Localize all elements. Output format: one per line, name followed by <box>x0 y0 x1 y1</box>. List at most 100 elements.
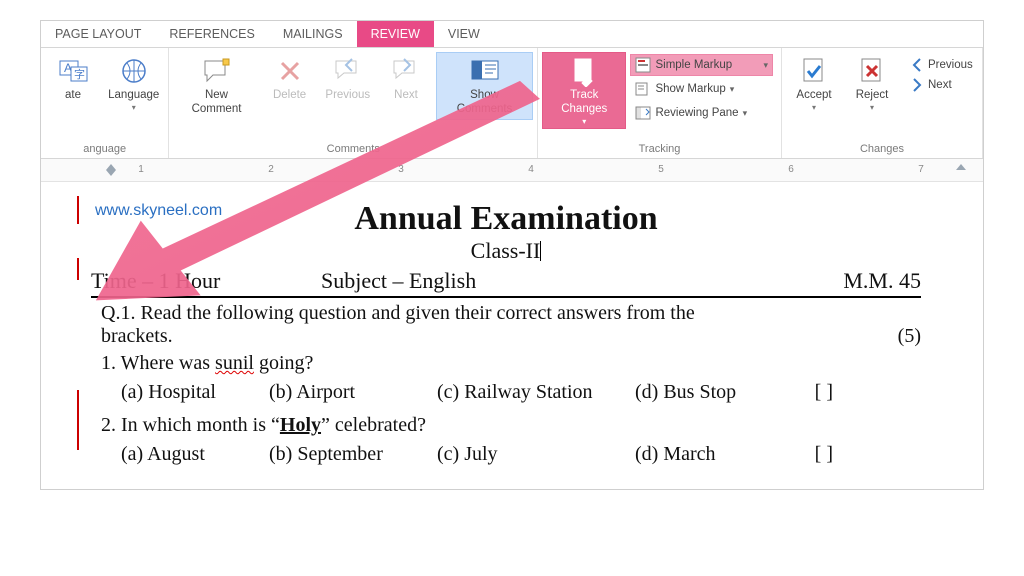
q1-1-opt-b: (b) Airport <box>269 381 429 404</box>
q1-1-options[interactable]: (a) Hospital (b) Airport (c) Railway Sta… <box>91 381 921 404</box>
mm-text: M.M. 45 <box>761 268 921 294</box>
next-change-label: Next <box>928 79 952 91</box>
change-mark[interactable] <box>77 258 79 280</box>
q1-1-opt-a: (a) Hospital <box>121 381 261 404</box>
markup-mode-icon <box>635 57 651 73</box>
ruler-mark: 5 <box>646 159 676 181</box>
q1-2-pre: 2. In which month is <box>101 414 271 436</box>
new-comment-icon <box>201 55 233 87</box>
q1-2-question[interactable]: 2. In which month is “Holy” celebrated? <box>91 414 921 437</box>
q1-1-pre: 1. Where was <box>101 352 215 374</box>
q1-marks: (5) <box>861 325 921 348</box>
group-tracking: Track Changes ▾ Simple Markup ▾ <box>538 48 782 158</box>
ruler-mark: 6 <box>776 159 806 181</box>
accept-button[interactable]: Accept ▾ <box>786 52 842 115</box>
dropdown-caret-icon: ▾ <box>730 84 735 95</box>
show-comments-label: Show Comments <box>443 89 526 117</box>
globe-icon <box>118 55 150 87</box>
tab-page-layout[interactable]: PAGE LAYOUT <box>41 21 155 47</box>
group-label-tracking: Tracking <box>538 140 781 158</box>
previous-change-button[interactable]: Previous <box>906 56 976 74</box>
time-text: Time – 1 Hour <box>91 268 321 294</box>
q1-2-qopen: “ <box>271 414 280 436</box>
q1-line-2[interactable]: brackets. (5) <box>91 325 921 348</box>
track-changes-button[interactable]: Track Changes ▾ <box>542 52 626 129</box>
tab-review[interactable]: REVIEW <box>357 21 434 47</box>
previous-comment-label: Previous <box>325 89 370 103</box>
previous-change-label: Previous <box>928 59 973 71</box>
ribbon-tabs: PAGE LAYOUT REFERENCES MAILINGS REVIEW V… <box>41 21 983 48</box>
dropdown-caret-icon: ▾ <box>870 103 874 113</box>
next-comment-button[interactable]: Next <box>378 52 434 106</box>
horizontal-ruler[interactable]: 1234567 <box>41 159 983 182</box>
q1-line-1[interactable]: Q.1. Read the following question and giv… <box>91 302 921 325</box>
hanging-indent-marker[interactable] <box>106 164 116 170</box>
change-mark[interactable] <box>77 390 79 450</box>
translate-button[interactable]: A字 ate <box>45 52 101 106</box>
doc-class[interactable]: Class-II <box>91 238 921 264</box>
dropdown-caret-icon: ▾ <box>763 60 768 71</box>
tab-view[interactable]: VIEW <box>434 21 494 47</box>
display-mode-dropdown[interactable]: Simple Markup ▾ <box>630 54 773 76</box>
dropdown-caret-icon: ▾ <box>812 103 816 113</box>
right-indent-marker[interactable] <box>956 164 966 170</box>
q1-2-post: celebrated? <box>330 414 426 436</box>
q1-2-options[interactable]: (a) August (b) September (c) July (d) Ma… <box>91 443 921 466</box>
q1-1-opt-d: (d) Bus Stop <box>635 381 775 404</box>
watermark-text: www.skyneel.com <box>95 202 222 220</box>
change-mark[interactable] <box>77 196 79 224</box>
reject-icon <box>856 55 888 87</box>
group-language: A字 ate Language ▾ anguage <box>41 48 169 158</box>
language-label: Language <box>108 89 159 103</box>
previous-comment-button[interactable]: Previous <box>320 52 376 106</box>
next-change-icon <box>909 77 925 93</box>
q1-2-opt-d: (d) March <box>635 443 775 466</box>
q1-text-b: brackets. <box>101 325 861 348</box>
ruler-mark: 2 <box>256 159 286 181</box>
tab-references[interactable]: REFERENCES <box>155 21 268 47</box>
q1-2-qclose: ” <box>321 414 330 436</box>
show-markup-dropdown[interactable]: Show Markup ▾ <box>630 78 773 100</box>
show-markup-icon <box>635 81 651 97</box>
document-page[interactable]: www.skyneel.com Annual Examination Class… <box>91 200 921 466</box>
dropdown-caret-icon: ▾ <box>582 117 586 127</box>
q1-text-a: Q.1. Read the following question and giv… <box>101 302 921 325</box>
new-comment-button[interactable]: New Comment <box>173 52 259 120</box>
reviewing-pane-label: Reviewing Pane <box>655 107 738 119</box>
delete-comment-button[interactable]: Delete <box>262 52 318 106</box>
ribbon: A字 ate Language ▾ anguage <box>41 48 983 159</box>
language-button[interactable]: Language ▾ <box>103 52 164 115</box>
previous-change-icon <box>909 57 925 73</box>
reject-button[interactable]: Reject ▾ <box>844 52 900 115</box>
display-mode-value: Simple Markup <box>655 59 759 71</box>
first-line-indent-marker[interactable] <box>106 170 116 176</box>
translate-icon: A字 <box>57 55 89 87</box>
new-comment-label: New Comment <box>180 89 252 117</box>
ruler-mark: 1 <box>126 159 156 181</box>
track-changes-icon <box>568 55 600 87</box>
svg-text:字: 字 <box>74 67 85 81</box>
accept-icon <box>798 55 830 87</box>
next-change-button[interactable]: Next <box>906 76 976 94</box>
tab-mailings[interactable]: MAILINGS <box>269 21 357 47</box>
ruler-mark: 3 <box>386 159 416 181</box>
subject-text: Subject – English <box>321 268 761 294</box>
q1-2-answer-box: [ ] <box>783 443 833 466</box>
reviewing-pane-dropdown[interactable]: Reviewing Pane ▾ <box>630 102 773 124</box>
q1-2-opt-a: (a) August <box>121 443 261 466</box>
ruler-mark: 7 <box>906 159 936 181</box>
previous-comment-icon <box>332 55 364 87</box>
group-changes: Accept ▾ Reject ▾ Previous <box>782 48 983 158</box>
show-comments-button[interactable]: Show Comments <box>436 52 533 120</box>
reviewing-pane-icon <box>635 105 651 121</box>
info-row[interactable]: Time – 1 Hour Subject – English M.M. 45 <box>91 268 921 298</box>
q1-1-opt-c: (c) Railway Station <box>437 381 627 404</box>
tracking-options: Simple Markup ▾ Show Markup ▾ <box>628 52 777 124</box>
document-viewport[interactable]: www.skyneel.com Annual Examination Class… <box>41 182 983 490</box>
q1-2-holy: Holy <box>280 414 321 436</box>
q1-1-question[interactable]: 1. Where was sunil going? <box>91 352 921 375</box>
dropdown-caret-icon: ▾ <box>132 103 136 113</box>
dropdown-caret-icon: ▾ <box>743 108 748 119</box>
q1-2-opt-c: (c) July <box>437 443 627 466</box>
q1-2-opt-b: (b) September <box>269 443 429 466</box>
